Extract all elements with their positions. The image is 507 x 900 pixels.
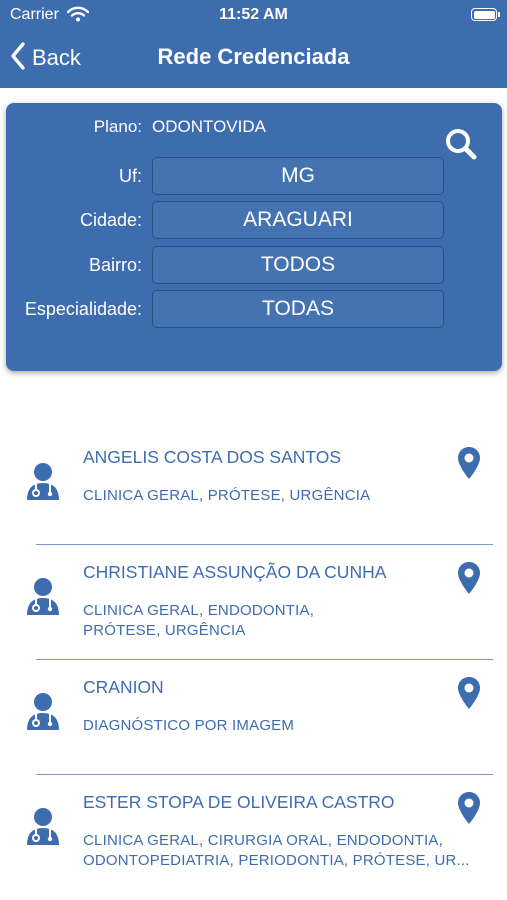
cidade-label: Cidade: <box>79 210 142 230</box>
status-bar: Carrier 11:52 AM <box>0 0 507 30</box>
cidade-row: Cidade: ARAGUARI <box>6 201 502 239</box>
map-pin-icon[interactable] <box>457 676 481 715</box>
provider-item[interactable]: ANGELIS COSTA DOS SANTOS CLINICA GERAL, … <box>0 430 507 545</box>
provider-item[interactable]: CRANION DIAGNÓSTICO POR IMAGEM <box>0 660 507 775</box>
specialty-line: PRÓTESE, URGÊNCIA <box>83 622 246 639</box>
specialty-line: ODONTOPEDIATRIA, PERIODONTIA, PRÓTESE, U… <box>83 852 470 869</box>
provider-name: CHRISTIANE ASSUNÇÃO DA CUNHA <box>83 562 387 582</box>
doctor-icon <box>25 692 61 737</box>
navigation-header: Carrier 11:52 AM Back Rede Credenciada <box>0 0 507 88</box>
doctor-icon <box>25 577 61 622</box>
filter-card: Plano: ODONTOVIDA Uf: MG Cidade: ARAGUAR… <box>6 103 502 371</box>
map-pin-icon[interactable] <box>457 446 481 485</box>
specialty-line: DIAGNÓSTICO POR IMAGEM <box>83 717 295 734</box>
specialty-line: CLINICA GERAL, CIRURGIA ORAL, ENDODONTIA… <box>83 832 443 849</box>
especialidade-row: Especialidade: TODAS <box>6 290 502 328</box>
especialidade-selector[interactable]: TODAS <box>152 290 444 328</box>
bairro-row: Bairro: TODOS <box>6 246 502 284</box>
map-pin-icon[interactable] <box>457 561 481 600</box>
especialidade-label: Especialidade: <box>24 299 142 319</box>
specialty-line: CLINICA GERAL, ENDODONTIA, <box>83 602 315 619</box>
provider-specialties: CLINICA GERAL, ENDODONTIA, PRÓTESE, URGÊ… <box>83 601 478 641</box>
provider-name: ESTER STOPA DE OLIVEIRA CASTRO <box>83 792 395 812</box>
provider-name: ANGELIS COSTA DOS SANTOS <box>83 447 342 467</box>
bairro-selector[interactable]: TODOS <box>152 246 444 284</box>
provider-item[interactable]: ESTER STOPA DE OLIVEIRA CASTRO CLINICA G… <box>0 775 507 890</box>
provider-specialties: CLINICA GERAL, PRÓTESE, URGÊNCIA <box>83 486 478 506</box>
uf-row: Uf: MG <box>6 157 502 195</box>
bairro-label: Bairro: <box>88 255 142 275</box>
specialty-line: CLINICA GERAL, PRÓTESE, URGÊNCIA <box>83 487 371 504</box>
plano-label: Plano: <box>93 117 142 136</box>
provider-name: CRANION <box>83 677 164 697</box>
cidade-selector[interactable]: ARAGUARI <box>152 201 444 239</box>
provider-specialties: DIAGNÓSTICO POR IMAGEM <box>83 716 478 736</box>
map-pin-icon[interactable] <box>457 791 481 830</box>
uf-selector[interactable]: MG <box>152 157 444 195</box>
clock: 11:52 AM <box>219 6 288 23</box>
doctor-icon <box>25 807 61 852</box>
battery-icon <box>471 8 500 21</box>
plano-value: ODONTOVIDA <box>152 117 266 136</box>
doctor-icon <box>25 462 61 507</box>
provider-specialties: CLINICA GERAL, CIRURGIA ORAL, ENDODONTIA… <box>83 831 478 871</box>
page-title: Rede Credenciada <box>157 44 350 69</box>
provider-item[interactable]: CHRISTIANE ASSUNÇÃO DA CUNHA CLINICA GER… <box>0 545 507 660</box>
uf-label: Uf: <box>118 166 142 186</box>
